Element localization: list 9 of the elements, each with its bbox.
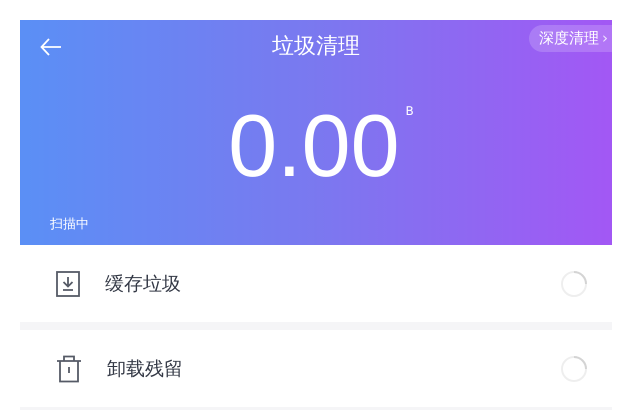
trash-icon bbox=[56, 354, 82, 382]
size-unit: B bbox=[406, 104, 414, 118]
category-label: 卸载残留 bbox=[107, 356, 184, 382]
size-amount: 0.00 bbox=[228, 102, 400, 190]
back-arrow-icon[interactable] bbox=[40, 38, 62, 56]
page-title: 垃圾清理 bbox=[272, 33, 360, 61]
category-label: 缓存垃圾 bbox=[105, 272, 182, 296]
download-box-icon bbox=[56, 270, 80, 296]
scan-status: 扫描中 bbox=[50, 216, 89, 233]
